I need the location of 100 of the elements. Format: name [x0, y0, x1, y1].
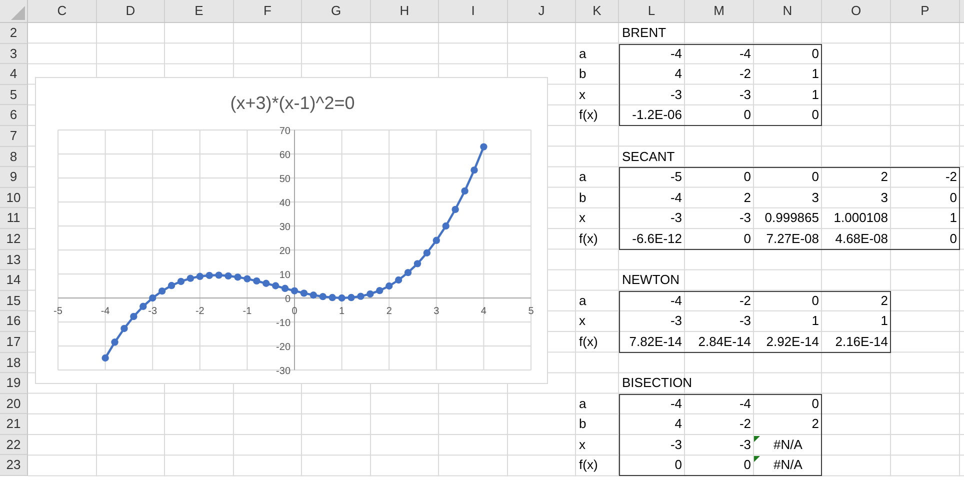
column-header[interactable]: J — [508, 0, 576, 22]
table-cell: 0 — [685, 455, 754, 476]
table-cell: 0 — [619, 455, 685, 476]
table-cell-text: -2 — [738, 415, 752, 434]
table-cell: 0 — [754, 290, 822, 312]
table-cell: 0 — [754, 394, 822, 414]
data-point — [234, 274, 242, 281]
row-label: f(x) — [579, 456, 598, 474]
data-point — [186, 274, 194, 282]
row-header[interactable]: 21 — [0, 414, 28, 435]
column-header[interactable]: H — [371, 0, 439, 22]
table-cell: 1 — [754, 64, 822, 85]
error-flag-icon[interactable] — [754, 456, 760, 462]
data-point — [442, 222, 450, 230]
data-point — [196, 272, 204, 280]
table-cell: 2.16E-14 — [822, 332, 891, 352]
row-header[interactable]: 3 — [0, 44, 28, 64]
row-header[interactable]: 14 — [0, 270, 28, 291]
row-header[interactable]: 2 — [0, 23, 28, 44]
table-cell: 0 — [685, 228, 754, 250]
column-header[interactable]: O — [822, 0, 891, 22]
row-label: f(x) — [579, 106, 598, 124]
table-cell: 1 — [822, 311, 891, 332]
row-header[interactable]: 19 — [0, 373, 28, 394]
error-flag-icon[interactable] — [754, 436, 760, 442]
data-point — [281, 284, 289, 292]
row-label: x — [579, 312, 586, 330]
data-point — [328, 294, 336, 302]
row-header[interactable]: 16 — [0, 311, 28, 332]
row-header[interactable]: 5 — [0, 84, 28, 106]
column-header[interactable]: D — [97, 0, 165, 22]
x-tick-label: 4 — [480, 306, 486, 317]
table-cell: 0 — [685, 167, 754, 188]
data-point — [158, 287, 166, 295]
table-cell-text: -2 — [738, 65, 752, 84]
row-label: f(x) — [579, 332, 598, 351]
y-tick-label: 0 — [284, 294, 290, 305]
column-header[interactable]: F — [234, 0, 302, 22]
column-header[interactable]: E — [165, 0, 234, 22]
table-cell: 4.68E-08 — [822, 228, 891, 250]
column-header[interactable]: K — [576, 0, 619, 22]
data-point — [394, 276, 402, 284]
data-point — [376, 286, 384, 294]
column-header[interactable]: P — [891, 0, 960, 22]
row-header[interactable]: 22 — [0, 434, 28, 456]
table-cell: 2.92E-14 — [754, 332, 822, 352]
row-label: b — [579, 65, 586, 84]
data-point — [432, 236, 440, 244]
y-tick-label: 20 — [279, 246, 290, 257]
row-header[interactable]: 9 — [0, 167, 28, 188]
row-header[interactable]: 8 — [0, 146, 28, 168]
table-title: NEWTON — [622, 271, 680, 290]
row-label: x — [579, 209, 586, 228]
data-point — [244, 275, 251, 282]
x-tick-label: -2 — [195, 306, 204, 317]
row-label: b — [579, 188, 586, 207]
data-point — [348, 294, 355, 302]
data-point — [177, 278, 185, 286]
table-cell: 2 — [822, 167, 891, 188]
data-point — [338, 294, 346, 302]
x-tick-label: 0 — [292, 306, 298, 317]
table-cell: 4 — [619, 64, 685, 85]
table-cell: 0 — [685, 105, 754, 126]
table-cell-text: 2 — [742, 188, 752, 207]
data-point — [423, 249, 431, 256]
row-header[interactable]: 15 — [0, 290, 28, 312]
column-header[interactable]: N — [754, 0, 822, 22]
row-header[interactable]: 6 — [0, 105, 28, 126]
data-point — [253, 277, 260, 285]
table-cell: -1.2E-06 — [619, 105, 685, 126]
row-label: a — [579, 292, 586, 310]
row-header[interactable]: 23 — [0, 455, 28, 476]
row-header[interactable]: 4 — [0, 64, 28, 85]
data-point — [404, 268, 412, 276]
row-header[interactable]: 18 — [0, 352, 28, 374]
data-point — [300, 290, 308, 297]
data-point — [215, 272, 222, 279]
row-header[interactable]: 12 — [0, 228, 28, 250]
y-tick-label: 60 — [279, 150, 290, 161]
row-label: x — [579, 436, 586, 454]
row-header[interactable]: 17 — [0, 332, 28, 352]
data-point — [357, 292, 364, 300]
table-cell: -3 — [619, 208, 685, 229]
table-cell: -3 — [619, 311, 685, 332]
column-header[interactable]: G — [302, 0, 371, 22]
column-header[interactable]: L — [619, 0, 685, 22]
row-header[interactable]: 20 — [0, 394, 28, 414]
column-header[interactable]: I — [439, 0, 508, 22]
table-cell: -4 — [619, 394, 685, 414]
data-point — [386, 282, 393, 290]
y-tick-label: 30 — [279, 222, 290, 233]
row-header[interactable]: 10 — [0, 188, 28, 208]
row-header[interactable]: 13 — [0, 250, 28, 270]
column-header[interactable]: C — [28, 0, 97, 22]
table-cell: -3 — [619, 84, 685, 106]
row-header[interactable]: 7 — [0, 126, 28, 147]
table-cell: -3 — [619, 434, 685, 456]
row-header[interactable]: 11 — [0, 208, 28, 229]
data-point — [149, 294, 156, 302]
column-header[interactable]: M — [685, 0, 754, 22]
